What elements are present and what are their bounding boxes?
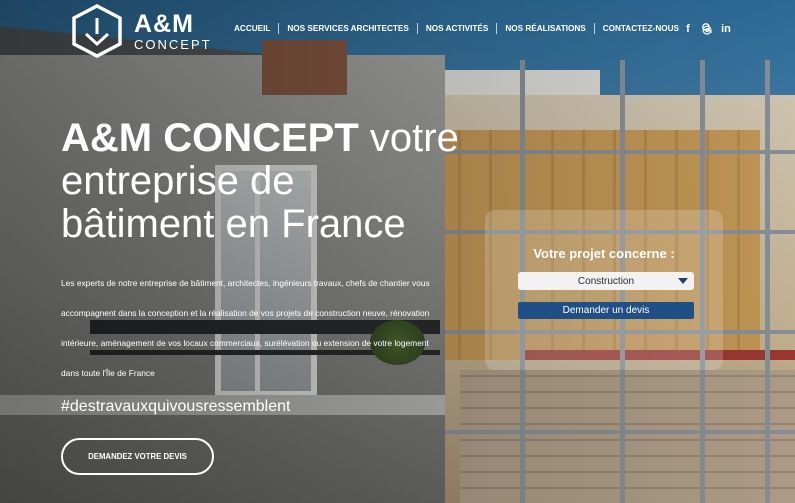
- site-logo[interactable]: A&M CONCEPT: [70, 4, 212, 58]
- project-panel-title: Votre projet concerne :: [533, 246, 675, 261]
- ask-quote-button[interactable]: Demander un devis: [518, 302, 694, 319]
- nav-item-contact[interactable]: CONTACTEZ-NOUS: [593, 22, 687, 34]
- nav-item-accueil[interactable]: ACCUEIL: [226, 23, 278, 34]
- hero-title-line-1: votre: [358, 116, 459, 160]
- project-selector-panel: Votre projet concerne : Construction Dem…: [485, 210, 723, 370]
- instagram-icon[interactable]: ◎: [701, 23, 713, 36]
- chevron-down-icon: [678, 278, 688, 284]
- hero-title-line-2: entreprise de: [61, 159, 295, 203]
- site-header: A&M CONCEPT ACCUEIL NOS SERVICES ARCHITE…: [0, 0, 795, 62]
- main-navigation: ACCUEIL NOS SERVICES ARCHITECTES NOS ACT…: [226, 22, 713, 34]
- hero-title-line-3: bâtiment en France: [61, 202, 406, 246]
- hero-hashtag: #destravauxquivousressemblent: [61, 398, 291, 415]
- nav-item-services-architectes[interactable]: NOS SERVICES ARCHITECTES: [278, 22, 416, 34]
- hero-title: A&M CONCEPT votre entreprise de bâtiment e…: [61, 117, 461, 246]
- request-quote-button[interactable]: DEMANDEZ VOTRE DEVIS: [61, 438, 214, 475]
- logo-cube-icon: [72, 4, 122, 58]
- hero-description: Les experts de notre entreprise de bâtim…: [61, 278, 430, 378]
- logo-subtitle: CONCEPT: [134, 36, 212, 52]
- social-links: f ◎ in: [682, 23, 732, 36]
- logo-name: A&M: [134, 9, 194, 38]
- linkedin-icon[interactable]: in: [720, 23, 732, 36]
- nav-item-activites[interactable]: NOS ACTIVITÉS: [416, 22, 496, 34]
- facebook-icon[interactable]: f: [682, 23, 694, 36]
- hero-title-brand: A&M CONCEPT: [61, 116, 359, 160]
- project-type-selected-value: Construction: [577, 275, 635, 287]
- nav-item-realisations[interactable]: NOS RÉALISATIONS: [496, 22, 593, 34]
- project-type-select[interactable]: Construction: [518, 272, 694, 290]
